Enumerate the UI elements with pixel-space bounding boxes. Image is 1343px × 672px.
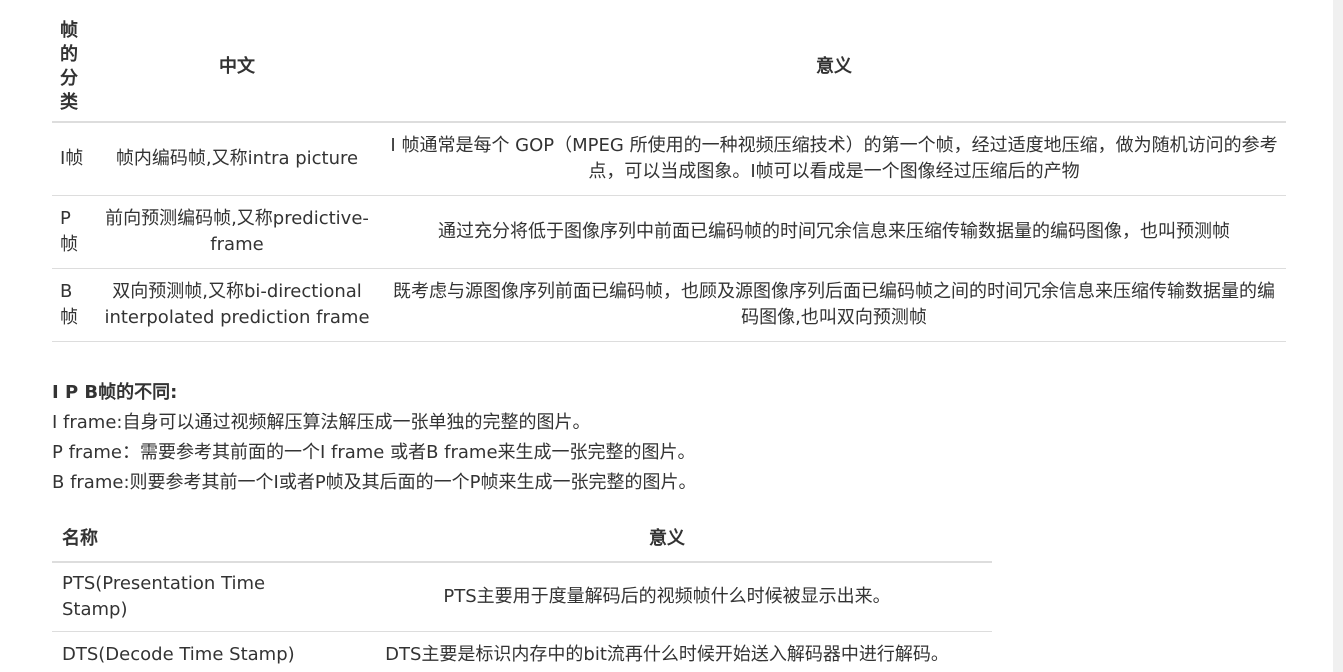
header-char: 分 (60, 67, 78, 89)
table-row: PTS(Presentation Time Stamp) PTS主要用于度量解码… (52, 562, 992, 632)
meaning-cell: I 帧通常是每个 GOP（MPEG 所使用的一种视频压缩技术）的第一个帧，经过适… (382, 122, 1286, 196)
meaning-cell: 既考虑与源图像序列前面已编码帧，也顾及源图像序列后面已编码帧之间的时间冗余信息来… (382, 268, 1286, 342)
chinese-name-cell: 双向预测帧,又称bi-directional interpolated pred… (92, 268, 382, 342)
table-header-row: 帧 的 分 类 中文 意义 (52, 12, 1286, 123)
frame-type-cell: I帧 (52, 122, 92, 196)
frame-type-cell: P帧 (52, 195, 92, 269)
table-header-row: 名称 意义 (52, 516, 992, 563)
table-row: P帧 前向预测编码帧,又称predictive-frame 通过充分将低于图像序… (52, 195, 1286, 269)
frame-type-table: 帧 的 分 类 中文 意义 I帧 帧内编码帧,又称intra picture I… (52, 12, 1286, 342)
header-name: 名称 (52, 516, 342, 563)
header-frame-type: 帧 的 分 类 (52, 12, 92, 123)
chinese-name-cell: 前向预测编码帧,又称predictive-frame (92, 195, 382, 269)
header-chinese: 中文 (92, 12, 382, 123)
table-row: I帧 帧内编码帧,又称intra picture I 帧通常是每个 GOP（MP… (52, 122, 1286, 196)
timestamp-table: 名称 意义 PTS(Presentation Time Stamp) PTS主要… (52, 516, 992, 672)
timestamp-name-cell: DTS(Decode Time Stamp) (52, 631, 342, 672)
table-row: DTS(Decode Time Stamp) DTS主要是标识内存中的bit流再… (52, 631, 992, 672)
page: 帧 的 分 类 中文 意义 I帧 帧内编码帧,又称intra picture I… (0, 0, 1343, 672)
header-char: 帧 (60, 19, 78, 41)
chinese-name-cell: 帧内编码帧,又称intra picture (92, 122, 382, 196)
paragraph-line: I frame:自身可以通过视频解压算法解压成一张单独的完整的图片。 (52, 412, 591, 433)
timestamp-meaning-cell: DTS主要是标识内存中的bit流再什么时候开始送入解码器中进行解码。 (342, 631, 992, 672)
header-meaning: 意义 (342, 516, 992, 563)
section-heading: I P B帧的不同: (52, 382, 178, 403)
paragraph-line: B frame:则要参考其前一个I或者P帧及其后面的一个P帧来生成一张完整的图片… (52, 472, 697, 493)
header-char: 类 (60, 91, 78, 113)
ipb-difference-section: I P B帧的不同: I frame:自身可以通过视频解压算法解压成一张单独的完… (52, 378, 697, 498)
timestamp-meaning-cell: PTS主要用于度量解码后的视频帧什么时候被显示出来。 (342, 562, 992, 632)
table-row: B帧 双向预测帧,又称bi-directional interpolated p… (52, 268, 1286, 342)
header-meaning: 意义 (382, 12, 1286, 123)
vertical-scrollbar[interactable] (1333, 0, 1343, 672)
timestamp-name-cell: PTS(Presentation Time Stamp) (52, 562, 342, 632)
meaning-cell: 通过充分将低于图像序列中前面已编码帧的时间冗余信息来压缩传输数据量的编码图像，也… (382, 195, 1286, 269)
paragraph-line: P frame：需要参考其前面的一个I frame 或者B frame来生成一张… (52, 442, 696, 463)
header-char: 的 (60, 43, 78, 65)
frame-type-cell: B帧 (52, 268, 92, 342)
